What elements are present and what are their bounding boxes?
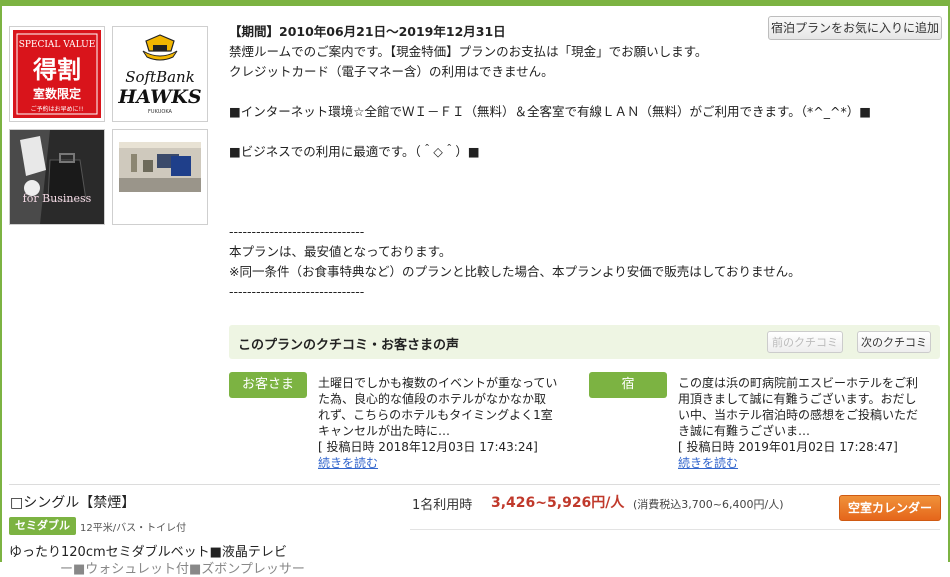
plan-line <box>229 182 919 202</box>
review-line: い中、当ホテル宿泊時の感想をご投稿いただ <box>678 408 919 422</box>
review-line: キャンセルが出た時に… <box>318 424 451 438</box>
prev-review-button[interactable]: 前のクチコミ <box>767 331 843 353</box>
plan-period: 【期間】2010年06月21日～2019年12月31日 <box>229 24 506 39</box>
svg-text:SPECIAL VALUE: SPECIAL VALUE <box>19 40 96 50</box>
plan-line: 禁煙ルームでのご案内です。【現金特価】プランのお支払は「現金」でお願いします。 <box>229 44 708 59</box>
room-description-cont: ー■ウォシュレット付■ズボンプレッサー <box>60 562 305 577</box>
reviews-title: このプランのクチコミ・お客さまの声 <box>238 338 460 353</box>
review-date: [ 投稿日時 2019年01月02日 17:28:47] <box>678 440 898 454</box>
read-more-link[interactable]: 続きを読む <box>318 455 558 471</box>
section-divider <box>9 484 940 485</box>
plan-line <box>229 202 919 222</box>
room-title[interactable]: □シングル【禁煙】 <box>10 492 135 512</box>
review-line: この度は浜の町病院前エスビーホテルをご利 <box>678 376 919 390</box>
plan-line <box>229 82 919 102</box>
plan-description: 【期間】2010年06月21日～2019年12月31日 禁煙ルームでのご案内です… <box>229 22 919 302</box>
room-meta: 12平米/バス・トイレ付 <box>80 523 187 534</box>
price-divider <box>410 529 940 530</box>
review-line: た為、良心的な値段のホテルがなかなか取 <box>318 392 547 406</box>
plan-line: ※同一条件（お食事特典など）のプランと比較した場合、本プランより安価で販売はして… <box>229 264 801 279</box>
plan-image-hawks[interactable]: SoftBank HAWKS FUKUOKA <box>112 26 208 122</box>
plan-line: ■ビジネスでの利用に最適です。（＾◇＾）■ <box>229 144 480 159</box>
review-guest: 土曜日でしかも複数のイベントが重なってい た為、良心的な値段のホテルがなかなか取… <box>318 375 558 471</box>
plan-image-lobby[interactable] <box>112 129 208 225</box>
plan-line <box>229 162 919 182</box>
business-photo: for Business <box>10 130 104 224</box>
svg-text:得割: 得割 <box>32 56 81 84</box>
special-value-badge: SPECIAL VALUE 得割 室数限定 ご予約はお早めに!! <box>13 30 101 118</box>
plan-line: 本プランは、最安値となっております。 <box>229 244 452 259</box>
price-tax: (消費税込3,700~6,400円/人) <box>633 498 784 511</box>
svg-text:ご予約はお早めに!!: ご予約はお早めに!! <box>31 105 84 113</box>
plan-line: ------------------------------ <box>229 284 365 299</box>
svg-text:室数限定: 室数限定 <box>33 86 81 101</box>
read-more-link[interactable]: 続きを読む <box>678 455 918 471</box>
plan-line: ------------------------------ <box>229 224 365 239</box>
svg-text:HAWKS: HAWKS <box>117 86 201 108</box>
review-line: 土曜日でしかも複数のイベントが重なってい <box>318 376 558 390</box>
plan-line <box>229 122 919 142</box>
guest-tag: お客さま <box>229 372 307 398</box>
bed-type-badge: セミダブル <box>9 517 76 535</box>
reviews-header: このプランのクチコミ・お客さまの声 前のクチコミ 次のクチコミ <box>229 325 940 359</box>
next-review-button[interactable]: 次のクチコミ <box>857 331 931 353</box>
review-hotel-reply: この度は浜の町病院前エスビーホテルをご利 用頂きまして誠に有難うございます。おだ… <box>678 375 918 471</box>
svg-text:FUKUOKA: FUKUOKA <box>148 109 172 115</box>
review-line: れず、こちらのホテルもタイミングよく1室 <box>318 408 553 422</box>
price: 3,426~5,926円/人 <box>491 495 625 511</box>
svg-text:SoftBank: SoftBank <box>125 68 195 86</box>
review-date: [ 投稿日時 2018年12月03日 17:43:24] <box>318 440 538 454</box>
review-line: き誠に有難うございま… <box>678 424 811 438</box>
left-border <box>0 6 2 562</box>
plan-image-business[interactable]: for Business <box>9 129 105 225</box>
top-accent-bar <box>0 0 950 6</box>
price-label: 1名利用時 <box>412 498 473 513</box>
plan-line: クレジットカード（電子マネー含）の利用はできません。 <box>229 64 554 79</box>
hawks-logo: SoftBank HAWKS FUKUOKA <box>113 27 207 121</box>
plan-line: ■インターネット環境☆全館でＷＩ－ＦＩ（無料）＆全客室で有線ＬＡＮ（無料）がご利… <box>229 104 872 119</box>
availability-calendar-button[interactable]: 空室カレンダー <box>839 495 941 521</box>
svg-text:for Business: for Business <box>23 192 92 205</box>
lobby-photo <box>113 130 207 224</box>
hotel-tag: 宿 <box>589 372 667 398</box>
plan-image-special-value[interactable]: SPECIAL VALUE 得割 室数限定 ご予約はお早めに!! <box>9 26 105 122</box>
review-line: 用頂きまして誠に有難うございます。おだし <box>678 392 917 406</box>
